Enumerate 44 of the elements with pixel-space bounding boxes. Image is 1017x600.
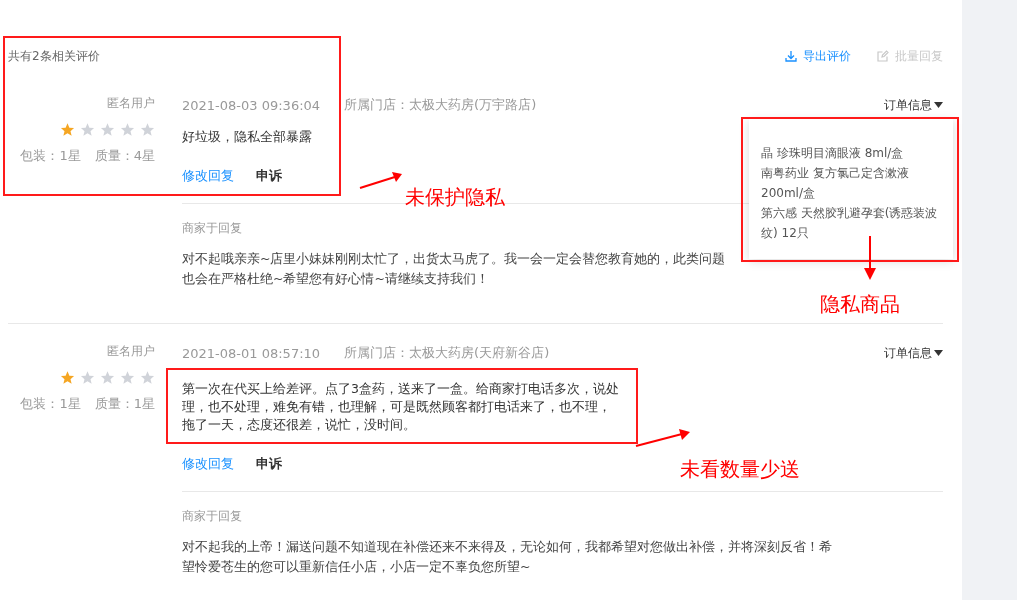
star-icon: [120, 370, 135, 385]
star-icon: [60, 370, 75, 385]
merchant-reply: 对不起哦亲亲~店里小妹妹刚刚太忙了，出货太马虎了。我一会一定会替您教育她的，此类问题也会在严格杜绝~希望您有好心情~请继续支持我们！: [182, 250, 727, 288]
star-icon: [140, 122, 155, 137]
star-icon: [80, 122, 95, 137]
review-time: 2021-08-01 08:57:10: [182, 345, 321, 361]
score-text: 包装：1星: [20, 147, 81, 165]
user-name: 匿名用户: [107, 95, 155, 112]
reply-label: 商家于回复: [182, 508, 242, 525]
appeal-link[interactable]: 申诉: [256, 456, 282, 473]
star-icon: [80, 370, 95, 385]
star-icon: [100, 122, 115, 137]
score-text: 质量：4星: [94, 147, 155, 165]
order-item: 第六感 天然胶乳避孕套(诱惑装波纹) 12只: [761, 204, 939, 242]
store-name: 所属门店：太极大药房(万宇路店): [344, 96, 537, 114]
caret-icon: [934, 350, 943, 356]
score-text: 包装：1星: [20, 395, 81, 413]
annotation-text: 隐私商品: [820, 291, 900, 318]
review-comment: 第一次在代买上给差评。点了3盒药，送来了一盒。给商家打电话多次，说处理，也不处理，难免有错，也理解，可是既然顾客都打电话来了，也不理，拖了一天，态度还很差，说忙，没时间。: [182, 380, 620, 434]
review-time: 2021-08-03 09:36:04: [182, 97, 321, 113]
annotation-text: 未看数量少送: [680, 456, 800, 483]
order-info-dropdown[interactable]: 订单信息: [884, 344, 943, 362]
star-icon: [100, 370, 115, 385]
review-comment: 好垃圾，隐私全部暴露: [182, 128, 313, 146]
order-item: 晶 珍珠明目滴眼液 8ml/盒: [761, 144, 905, 162]
annotation-text: 未保护隐私: [405, 184, 505, 211]
reply-label: 商家于回复: [182, 220, 242, 237]
order-item: 南粤药业 复方氯己定含漱液 200ml/盒: [761, 164, 910, 202]
star-icon: [120, 122, 135, 137]
download-icon: [785, 50, 797, 62]
user-name: 匿名用户: [107, 343, 155, 360]
annotation-arrow: [862, 236, 878, 282]
star-icon: [140, 370, 155, 385]
order-info-dropdown[interactable]: 订单信息: [884, 96, 943, 114]
star-icon: [60, 122, 75, 137]
caret-icon: [934, 102, 943, 108]
review-count: 共有2条相关评价: [8, 47, 101, 65]
edit-icon: [877, 50, 889, 62]
store-name: 所属门店：太极大药房(天府新谷店): [344, 344, 550, 362]
score-text: 质量：1星: [94, 395, 155, 413]
appeal-link[interactable]: 申诉: [256, 168, 282, 185]
merchant-reply: 对不起我的上帝！漏送问题不知道现在补偿还来不来得及，无论如何，我都希望对您做出补偿，并将深刻反省！希望怜爱苍生的您可以重新信任小店，小店一定不辜负您所望~: [182, 538, 832, 576]
annotation-arrow: [634, 428, 692, 448]
annotation-arrow: [358, 170, 404, 190]
